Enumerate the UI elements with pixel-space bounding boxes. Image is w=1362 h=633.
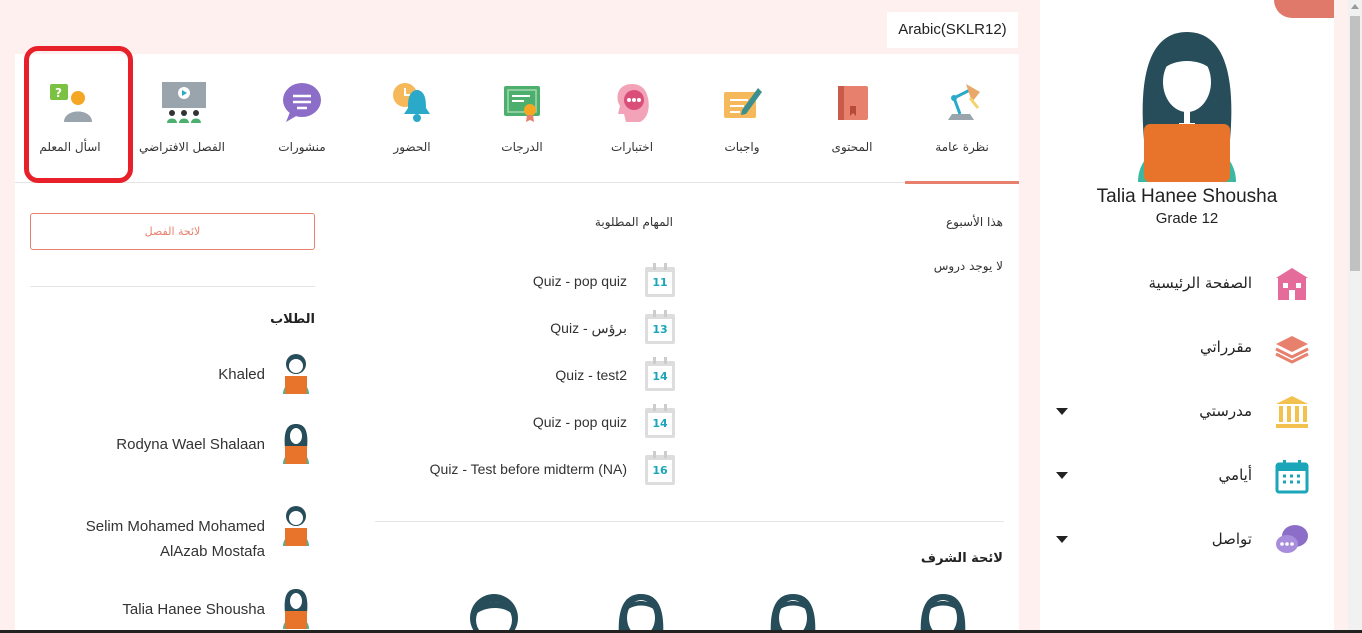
tab-label: الفصل الافتراضي bbox=[138, 140, 226, 154]
student-item[interactable]: Selim Mohamed Mohamed AlAzab Mostafa bbox=[55, 504, 315, 564]
calendar-day-icon: 13 bbox=[645, 310, 675, 344]
calendar-day-icon: 16 bbox=[645, 451, 675, 485]
nav-item-my-school[interactable]: مدرستي bbox=[1040, 392, 1334, 432]
tab-grades[interactable]: الدرجات bbox=[467, 54, 577, 183]
nav-label: مدرستي bbox=[1199, 402, 1252, 420]
tab-ask-teacher[interactable]: ? اسأل المعلم bbox=[15, 46, 133, 183]
chevron-down-icon[interactable] bbox=[1056, 536, 1068, 543]
tab-label: منشورات bbox=[278, 140, 326, 154]
chevron-down-icon[interactable] bbox=[1056, 472, 1068, 479]
task-label[interactable]: Quiz - Test before midterm (NA) bbox=[430, 461, 627, 477]
highlight-box bbox=[24, 46, 133, 183]
task-item[interactable]: Quiz - pop quiz 14 bbox=[375, 404, 675, 440]
profile-name: Talia Hanee Shousha bbox=[1096, 186, 1278, 207]
male-avatar-icon bbox=[283, 506, 309, 546]
calendar-day-icon: 14 bbox=[645, 404, 675, 438]
no-lessons-text: لا يوجد دروس bbox=[933, 259, 1003, 273]
class-board-button[interactable]: لائحة الفصل bbox=[30, 213, 315, 250]
nav-item-home[interactable]: الصفحة الرئيسية bbox=[1040, 264, 1334, 304]
nav-item-my-courses[interactable]: مقرراتي bbox=[1040, 328, 1334, 368]
tab-label: نظرة عامة bbox=[935, 140, 989, 154]
task-item[interactable]: Quiz - test2 14 bbox=[375, 357, 675, 393]
pen-paper-icon bbox=[724, 88, 762, 118]
desk-lamp-icon bbox=[948, 84, 980, 120]
task-item[interactable]: Quiz - Test before midterm (NA) 16 bbox=[375, 451, 675, 487]
nav-item-my-days[interactable]: أيامي bbox=[1040, 456, 1334, 496]
student-name: Khaled bbox=[218, 366, 265, 383]
calendar-icon bbox=[1275, 460, 1309, 494]
task-item[interactable]: Quiz - برؤس 13 bbox=[375, 310, 675, 346]
female-avatar-icon bbox=[770, 594, 816, 633]
chat-icon bbox=[1276, 525, 1308, 553]
chat-bubble-icon bbox=[283, 83, 321, 122]
male-avatar-icon bbox=[470, 594, 518, 633]
tab-assignments[interactable]: واجبات bbox=[687, 54, 797, 183]
profile-grade: Grade 12 bbox=[1155, 210, 1219, 227]
calendar-day-icon: 14 bbox=[645, 357, 675, 391]
nav-label: مقرراتي bbox=[1200, 338, 1252, 356]
bell-clock-icon bbox=[393, 83, 430, 122]
tab-label: الدرجات bbox=[501, 140, 543, 154]
profile-avatar bbox=[1138, 32, 1236, 182]
scrollbar-thumb[interactable] bbox=[1350, 16, 1360, 271]
required-tasks-heading: المهام المطلوبة bbox=[594, 215, 673, 229]
section-divider bbox=[30, 286, 315, 287]
scrollbar[interactable] bbox=[1348, 0, 1362, 633]
female-avatar-icon bbox=[283, 424, 309, 464]
tab-virtual-class[interactable]: الفصل الافتراضي bbox=[127, 54, 237, 183]
sidebar: Talia Hanee Shousha Grade 12 الصفحة الرئ… bbox=[1040, 0, 1334, 633]
female-avatar-icon bbox=[283, 589, 309, 629]
tab-overview[interactable]: نظرة عامة bbox=[905, 54, 1019, 184]
students-heading: الطلاب bbox=[270, 312, 315, 327]
task-label[interactable]: Quiz - test2 bbox=[555, 367, 627, 383]
student-item[interactable]: Talia Hanee Shousha bbox=[55, 587, 315, 633]
nav-label: تواصل bbox=[1211, 530, 1252, 548]
male-avatar-icon bbox=[283, 354, 309, 394]
school-building-icon bbox=[1276, 268, 1308, 300]
certificate-icon bbox=[504, 86, 540, 122]
tab-label: واجبات bbox=[724, 140, 760, 154]
calendar-day-icon: 11 bbox=[645, 263, 675, 297]
layers-icon bbox=[1275, 336, 1309, 364]
student-name: Rodyna Wael Shalaan bbox=[116, 436, 265, 453]
this-week-heading: هذا الأسبوع bbox=[946, 215, 1003, 229]
tab-label: المحتوى bbox=[831, 140, 873, 154]
course-tabs: نظرة عامة المحتوى واجبات اختبارات الدرجا… bbox=[15, 46, 1019, 184]
quiz-head-icon bbox=[617, 84, 649, 122]
student-item[interactable]: Rodyna Wael Shalaan bbox=[55, 422, 315, 472]
tab-attendance[interactable]: الحضور bbox=[357, 54, 467, 183]
student-name: Talia Hanee Shousha bbox=[122, 601, 265, 618]
nav-item-communicate[interactable]: تواصل bbox=[1040, 520, 1334, 560]
honor-roll-heading: لائحة الشرف bbox=[920, 551, 1003, 566]
tab-content[interactable]: المحتوى bbox=[797, 54, 907, 183]
nav-label: الصفحة الرئيسية bbox=[1148, 274, 1253, 292]
institution-icon bbox=[1276, 396, 1308, 428]
student-name: Selim Mohamed Mohamed AlAzab Mostafa bbox=[85, 518, 265, 560]
virtual-class-icon bbox=[162, 82, 206, 123]
task-label[interactable]: Quiz - pop quiz bbox=[533, 273, 627, 289]
tab-label: الحضور bbox=[393, 140, 431, 154]
book-icon bbox=[838, 86, 868, 120]
student-item[interactable]: Khaled bbox=[55, 352, 315, 402]
female-avatar-icon bbox=[920, 594, 966, 633]
chevron-down-icon[interactable] bbox=[1056, 408, 1068, 415]
active-tab-indicator bbox=[905, 181, 1019, 184]
course-name-badge: Arabic(SKLR12) bbox=[887, 12, 1018, 48]
scroll-up-icon[interactable] bbox=[1351, 4, 1359, 9]
course-main-panel: نظرة عامة المحتوى واجبات اختبارات الدرجا… bbox=[15, 46, 1019, 633]
task-label[interactable]: Quiz - pop quiz bbox=[533, 414, 627, 430]
tab-posts[interactable]: منشورات bbox=[247, 54, 357, 183]
task-label[interactable]: Quiz - برؤس bbox=[550, 320, 627, 337]
decorative-corner bbox=[1274, 0, 1334, 18]
task-item[interactable]: Quiz - pop quiz 11 bbox=[375, 263, 675, 299]
nav-label: أيامي bbox=[1218, 466, 1252, 484]
tab-label: اختبارات bbox=[610, 140, 654, 154]
female-avatar-icon bbox=[618, 594, 664, 633]
section-divider bbox=[375, 521, 1004, 522]
tab-quizzes[interactable]: اختبارات bbox=[577, 54, 687, 183]
